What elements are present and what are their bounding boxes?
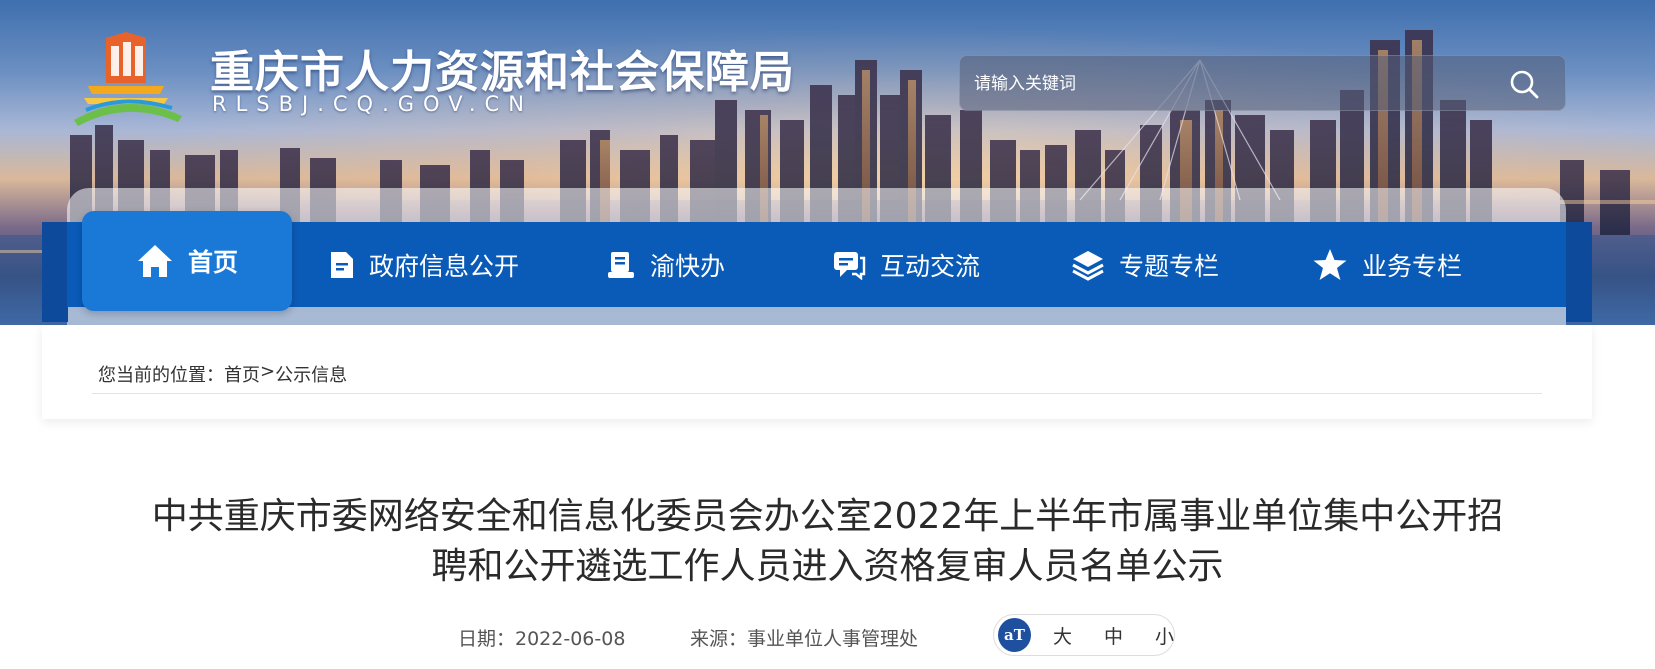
nav-ribbon-left <box>42 222 68 322</box>
main-nav: 首页 政府信息公开 渝快办 互动交流 专题专栏 业务专栏 <box>67 211 1566 311</box>
document-icon <box>331 251 353 278</box>
site-title: 重庆市人力资源和社会保障局 <box>210 47 795 98</box>
article-title-line1: 中共重庆市委网络安全和信息化委员会办公室2022年上半年市属事业单位集中公开招 <box>151 496 1504 537</box>
nav-ribbon-right <box>1566 222 1592 322</box>
site-domain: RLSBJ.CQ.GOV.CN <box>212 92 533 116</box>
nav-label-yukuaiban: 渝快办 <box>650 251 726 281</box>
search-icon[interactable] <box>1509 69 1539 99</box>
breadcrumb-panel: 您当前的位置： 首页 > 公示信息 <box>42 325 1592 419</box>
nav-item-home[interactable]: 首页 <box>82 211 292 311</box>
layers-icon <box>1072 250 1104 281</box>
chat-icon <box>834 251 866 280</box>
nav-item-gov-info[interactable]: 政府信息公开 <box>329 222 519 307</box>
nav-label-interaction: 互动交流 <box>880 251 981 281</box>
nav-label-home: 首页 <box>187 248 238 277</box>
article-date: 日期：2022-06-08 <box>458 628 626 650</box>
article-title-line2: 聘和公开遴选工作人员进入资格复审人员名单公示 <box>431 546 1224 587</box>
breadcrumb: 您当前的位置： 首页 > 公示信息 <box>98 361 347 387</box>
font-size-control: aT 大 中 小 <box>993 614 1175 656</box>
nav-item-yukuaiban[interactable]: 渝快办 <box>606 222 725 307</box>
nav-item-topics[interactable]: 专题专栏 <box>1071 222 1219 307</box>
nav-item-business[interactable]: 业务专栏 <box>1312 222 1462 307</box>
search-box <box>959 55 1566 111</box>
star-icon <box>1313 248 1347 280</box>
breadcrumb-prefix: 您当前的位置： <box>98 365 224 386</box>
breadcrumb-divider <box>92 393 1542 394</box>
nav-label-topics: 专题专栏 <box>1119 251 1220 281</box>
nav-label-business: 业务专栏 <box>1362 251 1463 281</box>
breadcrumb-current-link[interactable]: 公示信息 <box>275 361 347 387</box>
font-size-large[interactable]: 大 <box>1053 622 1072 649</box>
article-source: 来源：事业单位人事管理处 <box>690 628 919 650</box>
font-size-small[interactable]: 小 <box>1155 622 1174 649</box>
breadcrumb-separator: > <box>260 361 276 382</box>
font-size-icon: aT <box>998 618 1031 652</box>
breadcrumb-home-link[interactable]: 首页 <box>224 361 260 387</box>
logo-emblem <box>74 32 182 126</box>
home-icon <box>137 245 172 277</box>
desk-icon <box>608 251 634 278</box>
nav-item-interaction[interactable]: 互动交流 <box>832 222 980 307</box>
search-input[interactable] <box>974 66 1474 102</box>
article-title: 中共重庆市委网络安全和信息化委员会办公室2022年上半年市属事业单位集中公开招 … <box>80 492 1575 592</box>
font-size-medium[interactable]: 中 <box>1104 622 1123 649</box>
nav-label-gov-info: 政府信息公开 <box>369 251 520 281</box>
